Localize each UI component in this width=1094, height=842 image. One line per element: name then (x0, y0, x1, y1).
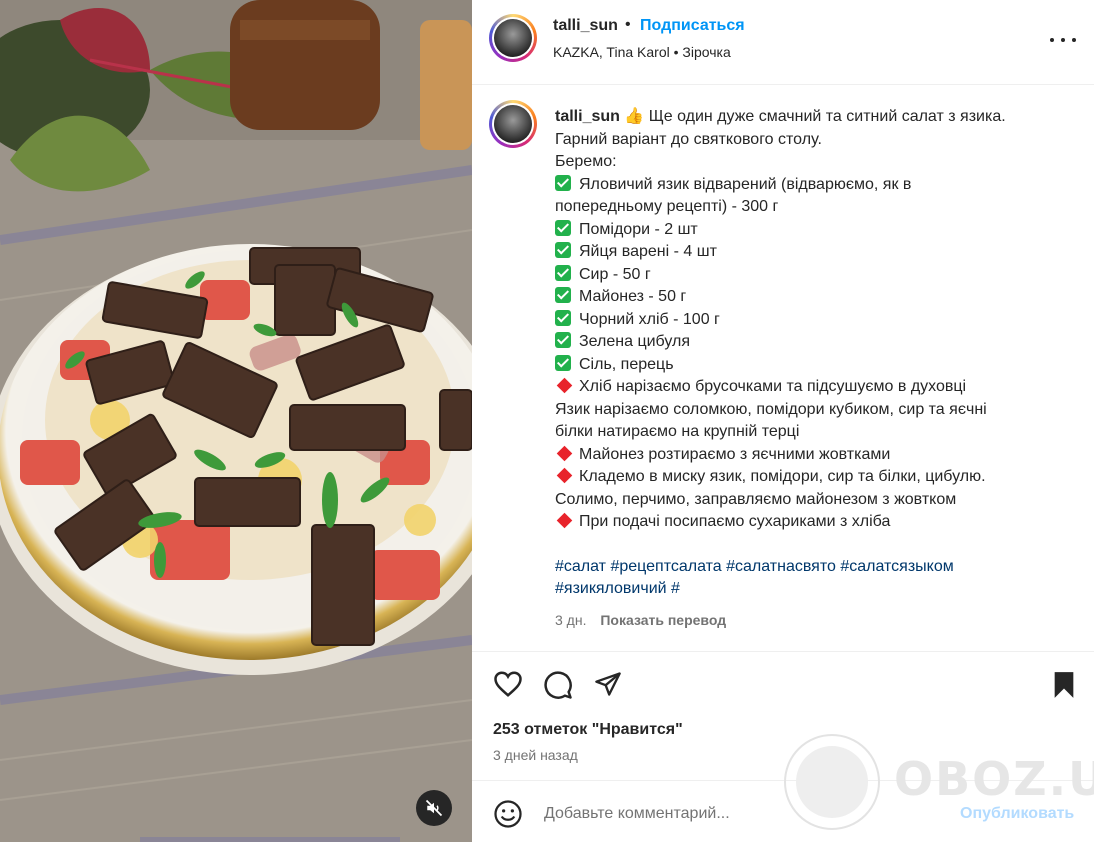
step: При подачі посипаємо сухариками з хліба (579, 513, 891, 530)
header-dot: • (625, 16, 631, 33)
caption-username[interactable]: talli_sun (555, 108, 620, 125)
post-time: 3 дн. (555, 611, 587, 628)
caption-intro: Ще один дуже смачний та ситний салат з я… (648, 108, 1006, 125)
caption: talli_sun 👍 Ще один дуже смачний та ситн… (555, 106, 1065, 631)
ingredient: Яйця варені - 4 шт (579, 243, 717, 260)
check-icon (555, 242, 571, 258)
step: Майонез розтираємо з яєчними жовтками (579, 445, 891, 463)
step-cont: Солимо, перчимо, заправляємо майонезом з… (555, 490, 957, 508)
speaker-muted-icon (425, 799, 443, 817)
translate-link[interactable]: Показать перевод (600, 612, 726, 628)
check-icon (555, 332, 571, 348)
diamond-icon (556, 445, 573, 461)
check-icon (555, 309, 571, 326)
comment-icon[interactable] (543, 670, 573, 700)
step-cont: білки натираємо на крупній терці (555, 423, 800, 440)
audio-label[interactable]: KAZKA, Tina Karol • Зірочка (553, 44, 731, 60)
ingredient: Сіль, перець (579, 355, 674, 373)
avatar[interactable] (489, 14, 537, 62)
step: Кладемо в миску язик, помідори, сир та б… (579, 468, 986, 485)
step-cont: Язик нарізаємо соломкою, помідори кубико… (555, 400, 987, 418)
caption-intro-2: Гарний варіант до святкового столу. (555, 130, 822, 148)
post-header: talli_sun • Подписаться KAZKA, Tina Karo… (472, 0, 1094, 85)
caption-avatar[interactable] (489, 100, 537, 148)
ingredient: Зелена цибуля (579, 333, 691, 350)
heart-icon[interactable] (493, 670, 523, 698)
ingredient: Сир - 50 г (579, 265, 651, 283)
smiley-icon[interactable] (493, 799, 523, 829)
post-date: 3 дней назад (493, 747, 578, 763)
ingredient: Яловичий язик відварений (відварюємо, як… (579, 175, 912, 193)
post-panel: talli_sun • Подписаться KAZKA, Tina Karo… (472, 0, 1094, 842)
check-icon (555, 219, 571, 236)
diamond-icon (556, 377, 573, 394)
diamond-icon (556, 467, 573, 484)
check-icon (555, 264, 571, 281)
publish-button[interactable]: Опубликовать (960, 805, 1074, 823)
likes-count[interactable]: 253 отметок "Нравится" (493, 721, 683, 739)
post-media[interactable] (0, 0, 472, 842)
check-icon (555, 174, 571, 191)
ingredient: Помідори - 2 шт (579, 220, 698, 238)
ingredient: Чорний хліб - 100 г (579, 310, 720, 328)
header-username[interactable]: talli_sun (553, 17, 618, 35)
divider (472, 651, 1094, 652)
ingredient-cont: попередньому рецепті) - 300 г (555, 198, 779, 215)
diamond-icon (556, 512, 573, 529)
check-icon (555, 354, 571, 371)
comment-input[interactable] (542, 804, 946, 824)
caption-take: Беремо: (555, 153, 617, 170)
paper-plane-icon[interactable] (593, 670, 623, 698)
watermark-text: OBOZ.UA (894, 752, 1094, 806)
salad-photo (0, 0, 472, 842)
check-icon (555, 287, 571, 303)
more-options-icon[interactable] (1050, 36, 1076, 44)
thumbs-up-emoji: 👍 (624, 108, 645, 125)
hashtags[interactable]: #язикяловичий # (555, 578, 1065, 601)
bookmark-icon[interactable] (1052, 671, 1076, 699)
hashtags[interactable]: #салат #рецептсалата #салатнасвято #сала… (555, 556, 1065, 579)
follow-button[interactable]: Подписаться (640, 17, 745, 35)
ingredient: Майонез - 50 г (579, 288, 687, 305)
mute-button[interactable] (416, 790, 452, 826)
step: Хліб нарізаємо брусочками та підсушуємо … (579, 378, 967, 395)
watermark-logo (784, 734, 880, 830)
